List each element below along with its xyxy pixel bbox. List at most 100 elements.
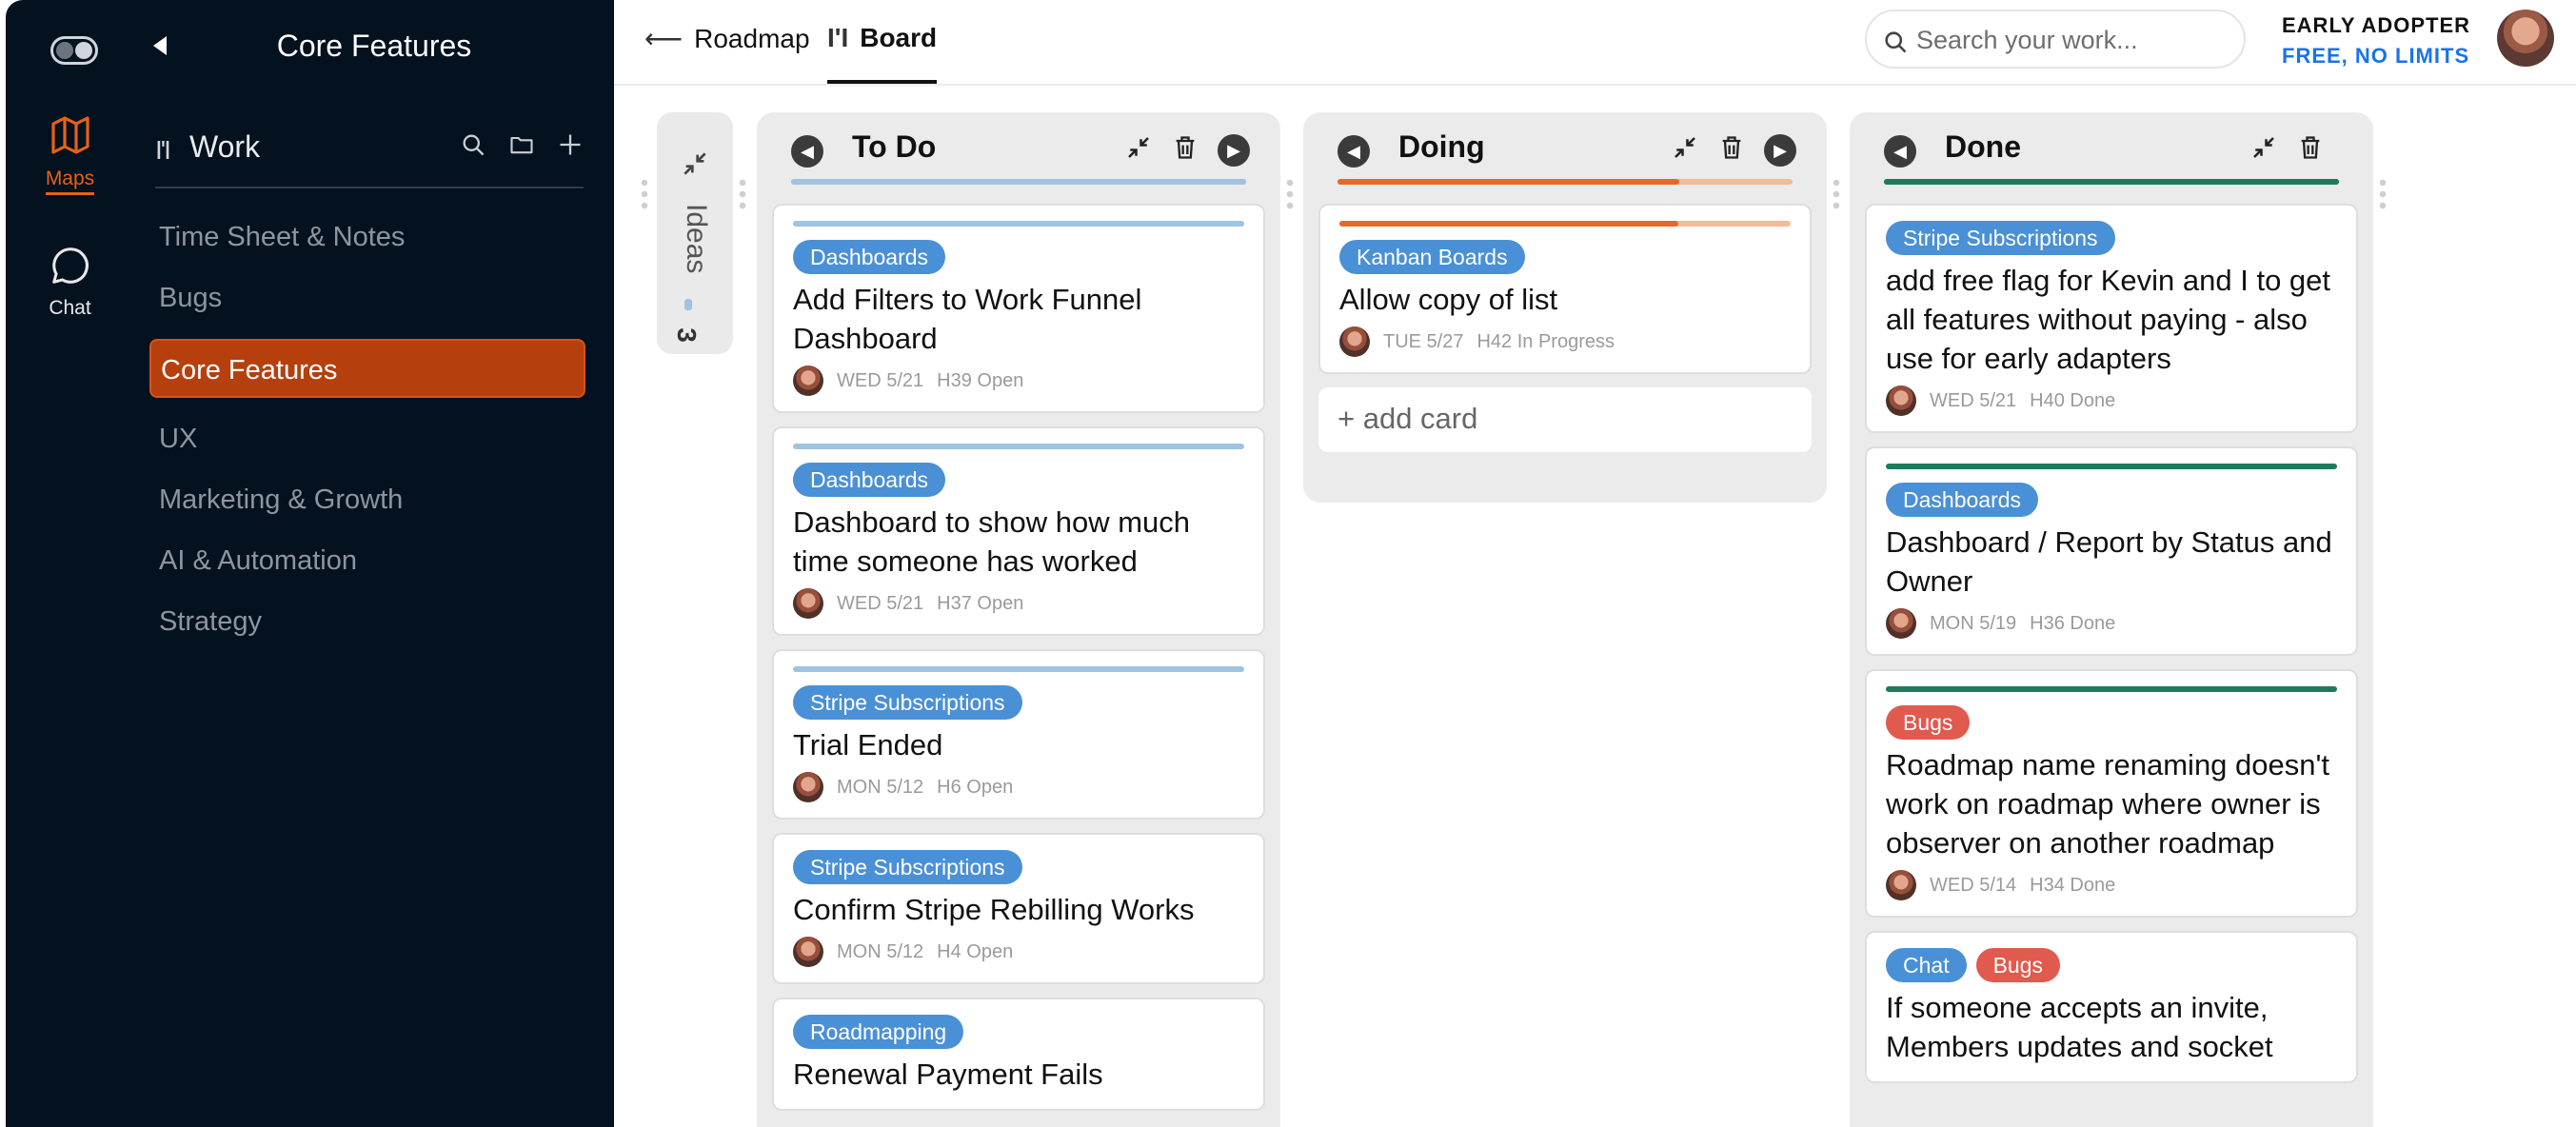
add-card-button[interactable]: + add card — [1318, 387, 1812, 452]
card-list: Kanban Boards Allow copy of list TUE 5/27 H… — [1303, 192, 1827, 465]
card-date: MON 5/12 — [837, 940, 924, 962]
plan-subtitle[interactable]: FREE, NO LIMITS — [2282, 44, 2469, 69]
sidebar-item[interactable]: Marketing & Growth — [149, 470, 585, 529]
card[interactable]: Roadmapping Renewal Payment Fails — [772, 998, 1265, 1111]
card[interactable]: Dashboards Dashboard / Report by Status a… — [1865, 446, 2358, 656]
collapsed-column-bar — [684, 299, 692, 310]
avatar — [1886, 608, 1916, 639]
card-date: WED 5/14 — [1930, 874, 2017, 896]
sidebar-item[interactable]: UX — [149, 409, 585, 468]
search-icon[interactable] — [460, 131, 486, 158]
search-input[interactable] — [1916, 23, 2230, 57]
sidebar-item[interactable]: Strategy — [149, 592, 585, 651]
card[interactable]: Bugs Roadmap name renaming doesn't work o… — [1865, 669, 2358, 918]
move-left-icon[interactable]: ◀ — [1884, 135, 1916, 168]
roadmap-icon: ⟵ — [644, 24, 684, 53]
card[interactable]: Chat Bugs If someone accepts an invite, Me… — [1865, 931, 2358, 1083]
card-tag[interactable]: Kanban Boards — [1339, 240, 1525, 274]
sidebar-title: Core Features — [276, 29, 472, 63]
expand-column-icon[interactable] — [680, 148, 710, 179]
theme-toggle[interactable] — [50, 36, 98, 65]
card-progress-fill — [1339, 221, 1678, 227]
column-progress-bar — [1884, 179, 2339, 185]
card[interactable]: Dashboards Add Filters to Work Funnel Das… — [772, 204, 1265, 413]
column-doing: ◀ Doing ▶ Kanban Boards Allow copy of list TU… — [1303, 112, 1827, 503]
kanban-board: Ideas 3 ◀ To Do ▶ Dashboards Add Filters to … — [614, 88, 2576, 1127]
card[interactable]: Stripe Subscriptions Confirm Stripe Rebil… — [772, 833, 1265, 984]
card[interactable]: Kanban Boards Allow copy of list TUE 5/27 H… — [1318, 204, 1812, 374]
column-progress-bar — [791, 179, 1246, 185]
card-meta: MON 5/12 H4 Open — [793, 937, 1244, 967]
collapsed-column-ideas[interactable]: Ideas 3 — [657, 112, 733, 354]
avatar — [793, 588, 823, 619]
card-tag[interactable]: Chat — [1886, 948, 1967, 982]
card-meta: WED 5/21 H39 Open — [793, 366, 1244, 396]
card-title: Allow copy of list — [1339, 283, 1558, 316]
column-header: ◀ Done — [1850, 112, 2373, 192]
tab-board[interactable]: I'I Board — [827, 23, 938, 84]
sidebar-item[interactable]: Time Sheet & Notes — [149, 208, 585, 267]
card-meta: MON 5/12 H6 Open — [793, 772, 1244, 802]
move-right-icon[interactable]: ▶ — [1218, 133, 1250, 167]
card[interactable]: Dashboards Dashboard to show how much tim… — [772, 426, 1265, 636]
move-right-icon[interactable]: ▶ — [1764, 133, 1796, 167]
board-icon: I'I — [155, 135, 171, 165]
card-status: H40 Done — [2030, 389, 2116, 411]
card-tag[interactable]: Stripe Subscriptions — [793, 685, 1022, 720]
delete-column-icon[interactable] — [1172, 133, 1199, 167]
card-tag[interactable]: Bugs — [1886, 705, 1971, 740]
delete-column-icon[interactable] — [2297, 133, 2324, 167]
drag-handle-icon[interactable] — [641, 177, 648, 211]
drag-handle-icon[interactable] — [2379, 177, 2387, 211]
card-date: TUE 5/27 — [1383, 330, 1464, 352]
card-tag[interactable]: Stripe Subscriptions — [793, 850, 1022, 884]
avatar — [1339, 326, 1370, 357]
collapse-column-icon[interactable] — [1124, 133, 1153, 167]
rail-item-chat[interactable]: Chat — [6, 244, 134, 320]
card-tag[interactable]: Stripe Subscriptions — [1886, 221, 2115, 255]
rail-item-maps[interactable]: Maps — [6, 112, 134, 195]
collapse-column-icon[interactable] — [1671, 133, 1699, 167]
move-left-icon[interactable]: ◀ — [791, 135, 823, 168]
card-tag[interactable]: Roadmapping — [793, 1015, 964, 1049]
card-status: H39 Open — [937, 369, 1024, 391]
card-title: Dashboard / Report by Status and Owner — [1886, 525, 2332, 598]
column-header: ◀ To Do ▶ — [757, 112, 1280, 192]
delete-column-icon[interactable] — [1718, 133, 1745, 167]
drag-handle-icon[interactable] — [739, 177, 746, 211]
folder-icon[interactable] — [507, 131, 536, 158]
card-date: MON 5/12 — [837, 776, 924, 798]
card-tag[interactable]: Bugs — [1975, 948, 2061, 982]
card-meta: WED 5/21 H40 Done — [1886, 386, 2337, 416]
plus-icon[interactable] — [557, 131, 584, 158]
drag-handle-icon[interactable] — [1286, 177, 1294, 211]
move-left-icon[interactable]: ◀ — [1338, 135, 1370, 168]
card-status: H37 Open — [937, 592, 1024, 614]
card-tag[interactable]: Dashboards — [793, 240, 946, 274]
card-title: Dashboard to show how much time someone … — [793, 505, 1191, 578]
drag-handle-icon[interactable] — [1833, 177, 1840, 211]
tab-roadmap[interactable]: ⟵ Roadmap — [644, 23, 810, 54]
map-icon — [50, 116, 89, 154]
icon-rail: Maps Chat — [6, 0, 134, 1127]
card-meta: WED 5/14 H34 Done — [1886, 870, 2337, 900]
card-tag[interactable]: Dashboards — [793, 463, 946, 497]
user-avatar[interactable] — [2497, 10, 2554, 67]
column-title: To Do — [852, 129, 937, 164]
card-progress-bar — [1339, 221, 1791, 227]
collapse-column-icon[interactable] — [2249, 133, 2278, 167]
board-icon: I'I — [827, 23, 849, 52]
card-title: Renewal Payment Fails — [793, 1058, 1103, 1091]
sidebar-item[interactable]: AI & Automation — [149, 531, 585, 590]
card[interactable]: Stripe Subscriptions Trial Ended MON 5/12 H… — [772, 649, 1265, 820]
plan-title: EARLY ADOPTER — [2282, 13, 2471, 37]
card-tag[interactable]: Dashboards — [1886, 483, 2039, 517]
search-box[interactable] — [1865, 10, 2246, 69]
card-status-stripe — [793, 444, 1244, 449]
card-title: add free flag for Kevin and I to get all… — [1886, 264, 2331, 375]
column-progress-fill — [791, 179, 1246, 185]
sidebar-item[interactable]: Core Features — [149, 339, 585, 398]
card[interactable]: Stripe Subscriptions add free flag for Ke… — [1865, 204, 2358, 433]
sidebar-item[interactable]: Bugs — [149, 268, 585, 327]
sidebar: Core Features I'I Work Time Sheet & Note… — [134, 0, 614, 1127]
